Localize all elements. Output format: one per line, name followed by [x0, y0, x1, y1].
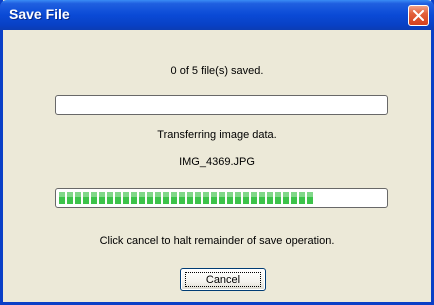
- save-file-dialog: Save File 0 of 5 file(s) saved. Transfer…: [0, 0, 434, 305]
- status-text: Transferring image data.: [157, 129, 277, 141]
- cancel-hint-text: Click cancel to halt remainder of save o…: [99, 235, 335, 247]
- file-progress-fill: [59, 192, 313, 204]
- close-icon: [413, 10, 424, 21]
- dialog-title: Save File: [9, 6, 70, 22]
- current-file-name: IMG_4369.JPG: [179, 156, 255, 168]
- overall-progress-bar: [55, 95, 388, 115]
- title-bar[interactable]: Save File: [0, 0, 434, 30]
- file-progress-bar: [55, 188, 388, 208]
- cancel-button-label: Cancel: [185, 272, 261, 287]
- close-button[interactable]: [408, 5, 429, 26]
- files-saved-summary: 0 of 5 file(s) saved.: [170, 65, 264, 77]
- cancel-button[interactable]: Cancel: [180, 268, 266, 291]
